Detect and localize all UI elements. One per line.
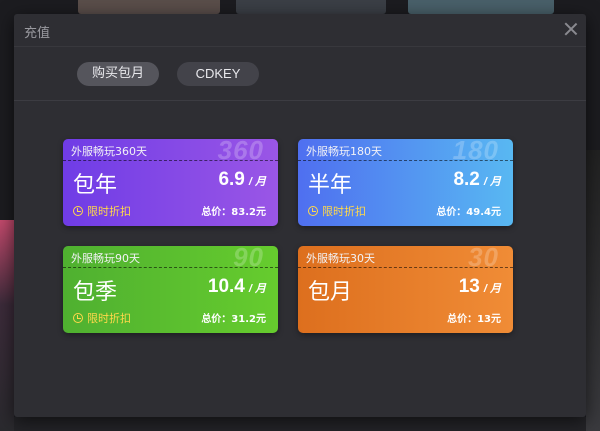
clock-icon (73, 206, 83, 216)
clock-icon (308, 206, 318, 216)
dashed-divider (298, 160, 513, 161)
plan-price-unit: / 月 (248, 283, 266, 295)
close-icon[interactable] (564, 22, 578, 36)
plan-price-value: 10.4 (207, 276, 245, 297)
dashed-divider (63, 267, 278, 268)
plan-price-value: 6.9 (218, 169, 245, 190)
background-bottom-strip (14, 417, 586, 431)
tab-cdkey[interactable]: CDKEY (177, 62, 259, 86)
background-thumbnail (236, 0, 386, 14)
plan-name: 包季 (73, 280, 118, 305)
plan-price: 13/ 月 (459, 276, 501, 298)
promo-text: 限时折扣 (87, 205, 131, 218)
plan-card-monthly[interactable]: 30 外服畅玩30天 包月 13/ 月 总价：13元 (298, 246, 513, 333)
background-right-strip (586, 150, 600, 431)
tab-bar: 购买包月 CDKEY (14, 47, 586, 101)
plan-description: 外服畅玩30天 (306, 252, 375, 265)
plan-days-watermark: 30 (468, 246, 499, 272)
plan-total: 总价：13元 (447, 314, 501, 325)
plan-days-watermark: 90 (233, 246, 264, 272)
plan-price: 10.4/ 月 (208, 276, 266, 298)
background-thumbnail (408, 0, 554, 14)
plan-total: 总价：83.2元 (201, 207, 266, 218)
plan-price-value: 8.2 (453, 169, 480, 190)
background-thumbnails (0, 0, 600, 14)
plan-price-unit: / 月 (248, 176, 266, 188)
plan-card-half-year[interactable]: 180 外服畅玩180天 半年 8.2/ 月 限时折扣 总价：49.4元 (298, 139, 513, 226)
dashed-divider (298, 267, 513, 268)
plan-name: 包月 (308, 280, 353, 305)
background-left-strip (0, 220, 14, 431)
promo-label: 限时折扣 (73, 310, 131, 326)
plan-name: 包年 (73, 173, 118, 198)
plan-price-value: 13 (458, 276, 480, 297)
plan-price: 6.9/ 月 (218, 169, 266, 191)
clock-icon (73, 313, 83, 323)
promo-text: 限时折扣 (87, 312, 131, 325)
plan-card-yearly[interactable]: 360 外服畅玩360天 包年 6.9/ 月 限时折扣 总价：83.2元 (63, 139, 278, 226)
promo-label: 限时折扣 (73, 203, 131, 219)
plan-days-watermark: 360 (217, 139, 264, 165)
plan-price: 8.2/ 月 (453, 169, 501, 191)
plan-card-quarterly[interactable]: 90 外服畅玩90天 包季 10.4/ 月 限时折扣 总价：31.2元 (63, 246, 278, 333)
background-thumbnail (78, 0, 220, 14)
plan-description: 外服畅玩90天 (71, 252, 140, 265)
promo-text: 限时折扣 (322, 205, 366, 218)
dialog-header: 充值 (14, 14, 586, 47)
plan-days-watermark: 180 (452, 139, 499, 165)
dialog-title: 充值 (24, 26, 51, 41)
tab-monthly-purchase[interactable]: 购买包月 (77, 62, 159, 86)
plan-total: 总价：49.4元 (436, 207, 501, 218)
plan-total: 总价：31.2元 (201, 314, 266, 325)
plan-price-unit: / 月 (483, 176, 501, 188)
plan-description: 外服畅玩360天 (71, 145, 147, 158)
promo-label: 限时折扣 (308, 203, 366, 219)
plan-name: 半年 (308, 173, 353, 198)
dashed-divider (63, 160, 278, 161)
plan-price-unit: / 月 (483, 283, 501, 295)
plan-description: 外服畅玩180天 (306, 145, 382, 158)
